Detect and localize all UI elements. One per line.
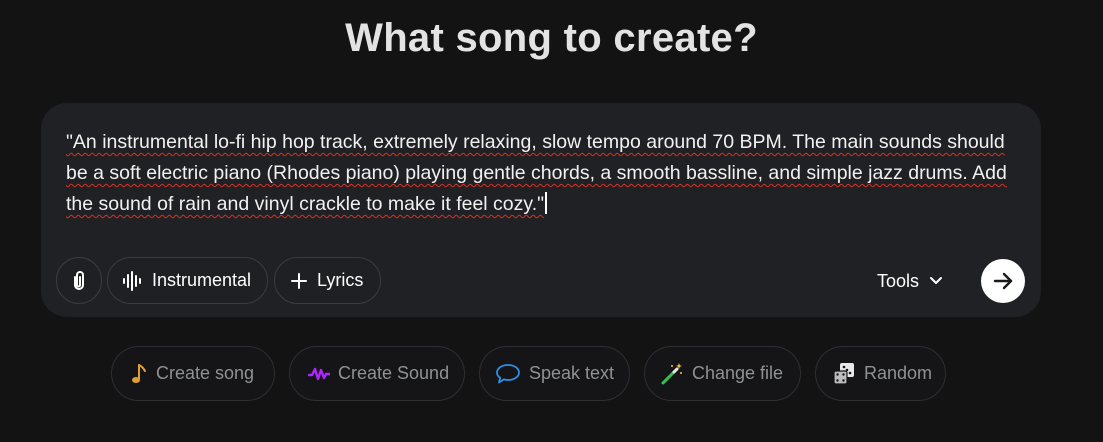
change-file-label: Change file — [692, 363, 784, 383]
page: What song to create? "An instrumental lo… — [0, 0, 1103, 442]
instrumental-button[interactable]: Instrumental — [107, 257, 268, 304]
arrow-right-icon — [993, 272, 1013, 290]
create-sound-label: Create Sound — [338, 363, 450, 383]
soundwave-icon — [308, 367, 330, 380]
tools-dropdown[interactable]: Tools — [877, 269, 943, 293]
audio-waveform-icon — [123, 270, 141, 291]
prompt-composer: "An instrumental lo-fi hip hop track, ex… — [41, 103, 1041, 317]
chevron-down-icon — [930, 277, 943, 284]
prompt-input[interactable]: "An instrumental lo-fi hip hop track, ex… — [66, 127, 1021, 220]
random-button[interactable]: Random — [815, 346, 946, 401]
lyrics-button[interactable]: Lyrics — [274, 257, 381, 304]
create-sound-button[interactable]: Create Sound — [289, 346, 465, 401]
lyrics-label: Lyrics — [317, 270, 364, 290]
text-caret — [545, 192, 547, 214]
random-label: Random — [864, 363, 933, 383]
speech-bubble-icon — [496, 363, 520, 383]
speak-text-button[interactable]: Speak text — [479, 346, 630, 401]
create-song-button[interactable]: Create song — [111, 346, 275, 401]
change-file-button[interactable]: Change file — [644, 346, 801, 401]
dice-icon — [833, 362, 854, 385]
magic-wand-icon — [661, 362, 682, 384]
create-song-label: Create song — [156, 363, 255, 383]
instrumental-label: Instrumental — [152, 270, 252, 290]
music-note-icon — [132, 363, 146, 383]
attach-button[interactable] — [56, 257, 102, 304]
page-title: What song to create? — [345, 16, 758, 60]
speak-text-label: Speak text — [529, 363, 615, 383]
tools-label: Tools — [877, 270, 920, 291]
paperclip-icon — [74, 270, 84, 290]
plus-icon — [291, 272, 307, 289]
send-button[interactable] — [981, 259, 1025, 303]
prompt-text: "An instrumental lo-fi hip hop track, ex… — [66, 131, 1007, 215]
